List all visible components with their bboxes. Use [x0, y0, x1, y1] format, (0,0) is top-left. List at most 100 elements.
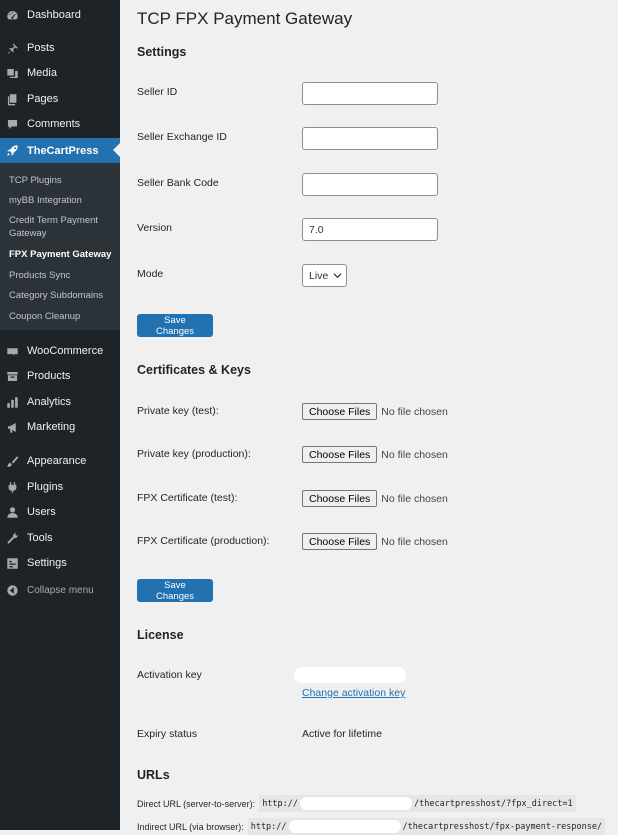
submenu-credit-term[interactable]: Credit Term Payment Gateway — [9, 214, 109, 240]
menu-label: Tools — [27, 532, 53, 544]
menu-thecartpress[interactable]: TheCartPress — [0, 138, 120, 163]
fpx-cert-test-label: FPX Certificate (test): — [137, 492, 238, 504]
seller-exchange-id-label: Seller Exchange ID — [137, 131, 227, 143]
indirect-url-row: Indirect URL (via browser): http:// /the… — [137, 818, 618, 835]
save-changes-button[interactable]: Save Changes — [137, 314, 213, 337]
direct-url-suffix: /thecartpresshost/?fpx_direct=1 — [414, 798, 573, 809]
save-certificates-button[interactable]: Save Changes — [137, 579, 213, 602]
seller-id-input[interactable] — [302, 82, 438, 105]
menu-users[interactable]: Users — [0, 500, 120, 524]
menu-label: Dashboard — [27, 9, 81, 21]
certificates-heading: Certificates & Keys — [137, 363, 251, 377]
thecartpress-submenu: TCP Plugins myBB Integration Credit Term… — [0, 163, 120, 330]
megaphone-icon — [6, 421, 19, 434]
menu-label: TheCartPress — [27, 144, 99, 157]
private-key-production-file: Choose Files No file chosen — [302, 446, 448, 463]
choose-files-button[interactable]: Choose Files — [302, 446, 378, 463]
seller-exchange-id-input[interactable] — [302, 127, 438, 150]
menu-analytics[interactable]: Analytics — [0, 390, 120, 414]
mode-label: Mode — [137, 268, 164, 280]
choose-files-button[interactable]: Choose Files — [302, 403, 378, 420]
menu-label: Marketing — [27, 421, 76, 433]
main-content: TCP FPX Payment Gateway Settings Seller … — [120, 0, 618, 835]
change-activation-key-link[interactable]: Change activation key — [302, 687, 405, 699]
menu-plugins[interactable]: Plugins — [0, 475, 120, 499]
submenu-tcp-plugins[interactable]: TCP Plugins — [9, 174, 117, 187]
choose-files-button[interactable]: Choose Files — [302, 490, 378, 507]
chevron-down-icon — [333, 273, 342, 279]
fpx-cert-test-file: Choose Files No file chosen — [302, 490, 448, 507]
analytics-icon — [6, 396, 19, 409]
menu-posts[interactable]: Posts — [0, 36, 120, 60]
menu-dashboard[interactable]: Dashboard — [0, 3, 120, 27]
fpx-cert-production-label: FPX Certificate (production): — [137, 535, 270, 547]
brush-icon — [6, 455, 19, 468]
submenu-products-sync[interactable]: Products Sync — [9, 269, 117, 282]
menu-label: Media — [27, 67, 57, 79]
menu-tools[interactable]: Tools — [0, 526, 120, 550]
menu-label: WooCommerce — [27, 345, 104, 357]
file-status: No file chosen — [381, 448, 448, 461]
expiry-status-value: Active for lifetime — [302, 728, 382, 740]
file-status: No file chosen — [381, 535, 448, 548]
menu-pages[interactable]: Pages — [0, 87, 120, 111]
menu-woocommerce[interactable]: WooCommerce — [0, 339, 120, 363]
comment-icon — [6, 118, 19, 131]
choose-files-button[interactable]: Choose Files — [302, 533, 378, 550]
mode-select[interactable]: Live — [302, 264, 347, 287]
direct-url-code: http:// /thecartpresshost/?fpx_direct=1 — [259, 795, 576, 812]
users-icon — [6, 506, 19, 519]
menu-products[interactable]: Products — [0, 364, 120, 388]
redacted-host — [288, 820, 401, 833]
wrench-icon — [6, 532, 19, 545]
indirect-url-suffix: /thecartpresshost/fpx-payment-response/ — [402, 821, 603, 832]
collapse-icon — [6, 584, 19, 597]
activation-key-label: Activation key — [137, 669, 202, 681]
submenu-coupon-cleanup[interactable]: Coupon Cleanup — [9, 310, 117, 323]
collapse-menu-button[interactable]: Collapse menu — [0, 578, 120, 602]
version-label: Version — [137, 222, 173, 234]
menu-label: Collapse menu — [27, 584, 94, 596]
dashboard-icon — [6, 9, 19, 22]
file-status: No file chosen — [381, 405, 448, 418]
menu-settings[interactable]: Settings — [0, 551, 120, 575]
direct-url-label: Direct URL (server-to-server): — [137, 798, 256, 809]
direct-url-row: Direct URL (server-to-server): http:// /… — [137, 795, 576, 812]
private-key-test-label: Private key (test): — [137, 405, 219, 417]
admin-sidebar: Dashboard Posts Media Pages Comments The… — [0, 0, 120, 830]
page-title: TCP FPX Payment Gateway — [137, 9, 353, 28]
indirect-url-code: http:// /thecartpresshost/fpx-payment-re… — [247, 818, 606, 835]
menu-comments[interactable]: Comments — [0, 112, 120, 136]
file-status: No file chosen — [381, 492, 448, 505]
submenu-category-subdomains[interactable]: Category Subdomains — [9, 289, 117, 302]
menu-label: Products — [27, 370, 71, 382]
private-key-production-label: Private key (production): — [137, 448, 251, 460]
mode-select-value: Live — [309, 269, 329, 282]
submenu-mybb-integration[interactable]: myBB Integration — [9, 194, 117, 207]
menu-label: Posts — [27, 42, 55, 54]
submenu-fpx-payment-gateway[interactable]: FPX Payment Gateway — [9, 248, 117, 261]
license-heading: License — [137, 628, 184, 642]
version-input[interactable] — [302, 218, 438, 241]
fpx-cert-production-file: Choose Files No file chosen — [302, 533, 448, 550]
pin-icon — [6, 42, 19, 55]
media-icon — [6, 67, 19, 80]
settings-icon — [6, 557, 19, 570]
menu-label: Pages — [27, 93, 59, 105]
seller-id-label: Seller ID — [137, 86, 178, 98]
rocket-icon — [6, 144, 19, 157]
menu-appearance[interactable]: Appearance — [0, 449, 120, 473]
seller-bank-code-input[interactable] — [302, 173, 438, 196]
redacted-activation-key — [294, 667, 406, 683]
menu-label: Users — [27, 506, 56, 518]
urls-heading: URLs — [137, 768, 170, 782]
menu-label: Appearance — [27, 455, 87, 467]
menu-label: Plugins — [27, 481, 64, 493]
woocommerce-icon — [6, 345, 19, 358]
expiry-status-label: Expiry status — [137, 728, 198, 740]
menu-media[interactable]: Media — [0, 61, 120, 85]
menu-label: Comments — [27, 118, 81, 130]
menu-marketing[interactable]: Marketing — [0, 415, 120, 439]
settings-heading: Settings — [137, 45, 187, 59]
redacted-host — [300, 797, 413, 810]
